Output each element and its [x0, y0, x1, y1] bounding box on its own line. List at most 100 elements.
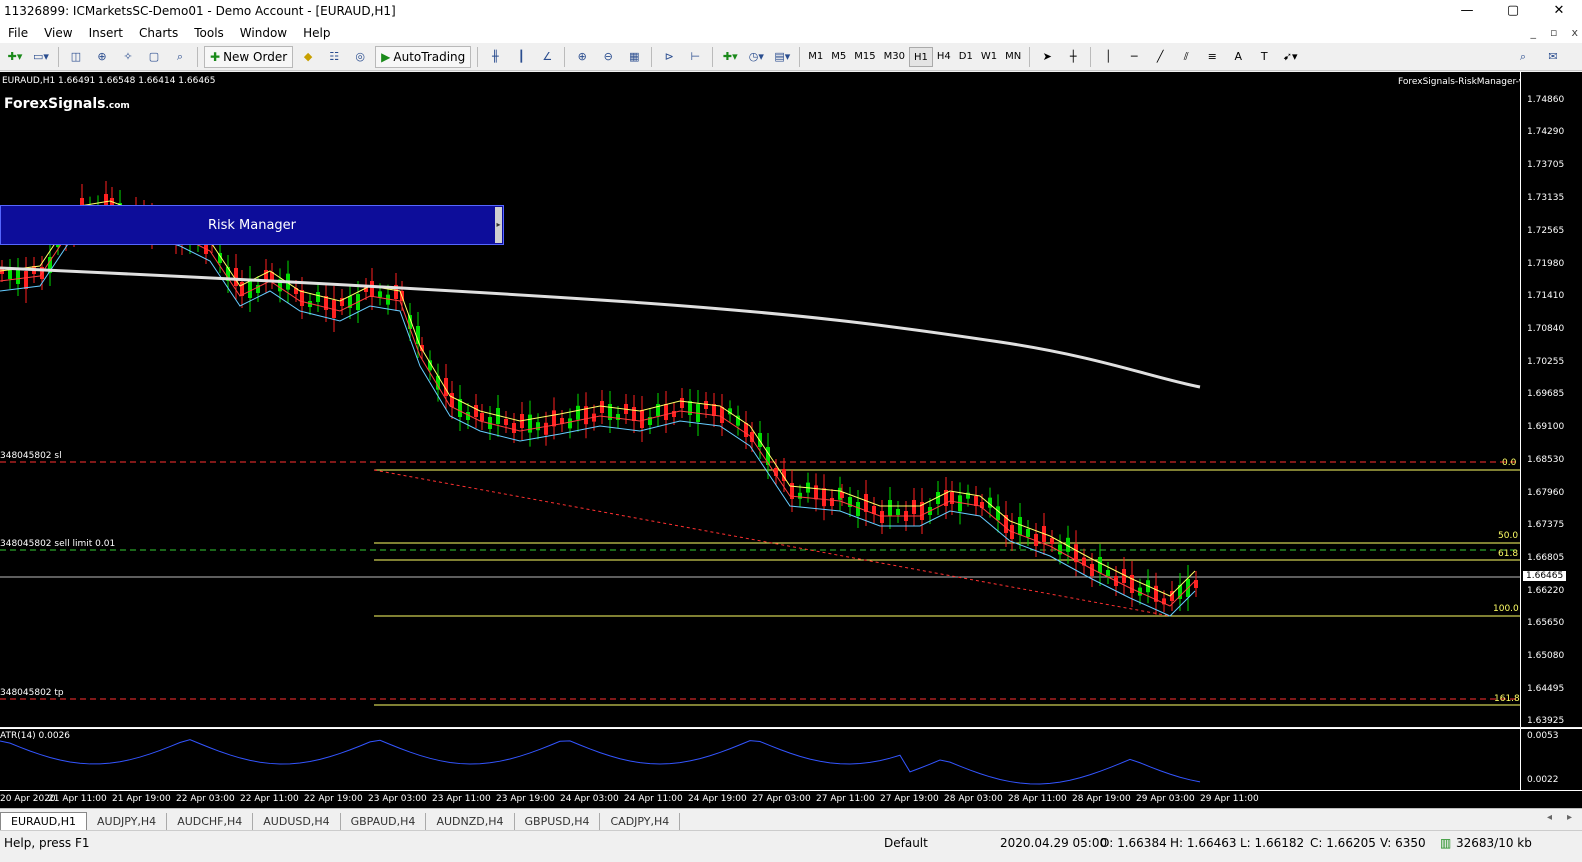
- fibonacci-icon[interactable]: ≡: [1201, 46, 1223, 68]
- time-label: 29 Apr 11:00: [1200, 794, 1259, 804]
- menu-charts[interactable]: Charts: [131, 26, 186, 40]
- candlestick-icon[interactable]: ┃: [510, 46, 532, 68]
- bar-chart-icon[interactable]: ╫: [484, 46, 506, 68]
- mdi-close-button[interactable]: x: [1571, 26, 1578, 39]
- chart-tab[interactable]: EURAUD,H1: [0, 812, 88, 830]
- time-label: 24 Apr 19:00: [688, 794, 747, 804]
- trendline-icon[interactable]: ╱: [1149, 46, 1171, 68]
- horizontal-line-icon[interactable]: ─: [1123, 46, 1145, 68]
- candle-body: [474, 405, 478, 417]
- strategy-tester-icon[interactable]: ⌕: [169, 46, 191, 68]
- text-label-icon[interactable]: T: [1253, 46, 1275, 68]
- panel-collapse-handle[interactable]: ▸: [495, 207, 502, 243]
- candle-body: [316, 292, 320, 302]
- candle-body: [640, 410, 644, 428]
- price-label: 1.73135: [1527, 193, 1565, 203]
- candle-body: [880, 511, 884, 523]
- timeframe-m1[interactable]: M1: [804, 47, 827, 67]
- channel-icon[interactable]: ⫽: [1175, 46, 1197, 68]
- market-icon[interactable]: ◎: [349, 46, 371, 68]
- crosshair-icon[interactable]: ┼: [1062, 46, 1084, 68]
- tab-scroll-left-icon[interactable]: ◂: [1547, 812, 1552, 823]
- autoscroll-icon[interactable]: ⊳: [658, 46, 680, 68]
- candle-body: [248, 280, 252, 298]
- new-chart-icon[interactable]: ✚▾: [4, 46, 26, 68]
- arrows-icon[interactable]: ➹▾: [1279, 46, 1301, 68]
- chart-shift-icon[interactable]: ⊢: [684, 46, 706, 68]
- price-axis[interactable]: 1.74860 1.74290 1.73705 1.73135 1.72565 …: [1520, 72, 1582, 727]
- timeframe-d1[interactable]: D1: [955, 47, 977, 67]
- menu-window[interactable]: Window: [232, 26, 295, 40]
- menu-file[interactable]: File: [0, 26, 36, 40]
- zoom-in-icon[interactable]: ⊕: [571, 46, 593, 68]
- terminal-icon[interactable]: ▢: [143, 46, 165, 68]
- time-label: 22 Apr 03:00: [176, 794, 235, 804]
- candle-body: [680, 398, 684, 408]
- timeframe-m15[interactable]: M15: [850, 47, 879, 67]
- minimize-button[interactable]: —: [1444, 0, 1490, 22]
- menu-help[interactable]: Help: [295, 26, 338, 40]
- time-axis[interactable]: 20 Apr 2020 21 Apr 11:00 21 Apr 19:00 22…: [0, 790, 1582, 808]
- risk-manager-panel[interactable]: Risk Manager ▸: [0, 205, 504, 245]
- chart-tab[interactable]: AUDJPY,H4: [87, 813, 168, 830]
- candle-body: [974, 496, 978, 506]
- menu-view[interactable]: View: [36, 26, 80, 40]
- chat-icon[interactable]: ✉: [1542, 46, 1564, 68]
- candle-body: [1106, 570, 1110, 576]
- line-chart-icon[interactable]: ∠: [536, 46, 558, 68]
- timeframe-mn[interactable]: MN: [1001, 47, 1025, 67]
- tile-windows-icon[interactable]: ▦: [623, 46, 645, 68]
- search-icon[interactable]: ⌕: [1512, 46, 1534, 68]
- tab-scroll-right-icon[interactable]: ▸: [1567, 812, 1572, 823]
- periods-icon[interactable]: ◷▾: [745, 46, 767, 68]
- close-button[interactable]: ✕: [1536, 0, 1582, 22]
- chart-tab[interactable]: AUDNZD,H4: [426, 813, 515, 830]
- chart-tab[interactable]: GBPUSD,H4: [515, 813, 601, 830]
- indicators-icon[interactable]: ✚▾: [719, 46, 741, 68]
- timeframe-m30[interactable]: M30: [880, 47, 909, 67]
- autotrading-label: AutoTrading: [393, 49, 466, 64]
- zoom-out-icon[interactable]: ⊖: [597, 46, 619, 68]
- profiles-icon[interactable]: ▭▾: [30, 46, 52, 68]
- connection-icon: ▥: [1440, 836, 1452, 850]
- market-watch-icon[interactable]: ◫: [65, 46, 87, 68]
- chart-area[interactable]: EURAUD,H1 1.66491 1.66548 1.66414 1.6646…: [0, 72, 1520, 727]
- chart-tab[interactable]: CADJPY,H4: [600, 813, 681, 830]
- navigator-icon[interactable]: ✧: [117, 46, 139, 68]
- time-label: 21 Apr 19:00: [112, 794, 171, 804]
- maximize-button[interactable]: ▢: [1490, 0, 1536, 22]
- text-icon[interactable]: A: [1227, 46, 1249, 68]
- mdi-minimize-button[interactable]: _: [1531, 26, 1537, 39]
- candle-body: [1130, 575, 1134, 593]
- new-order-button[interactable]: ✚ New Order: [204, 45, 294, 68]
- chart-tab[interactable]: GBPAUD,H4: [341, 813, 427, 830]
- chart-tab[interactable]: AUDUSD,H4: [253, 813, 341, 830]
- candle-body: [8, 269, 12, 279]
- status-low: L: 1.66182: [1240, 836, 1305, 850]
- candle-body: [840, 492, 844, 498]
- timeframe-w1[interactable]: W1: [977, 47, 1001, 67]
- candle-body: [888, 500, 892, 516]
- signals-icon[interactable]: ☷: [323, 46, 345, 68]
- price-label: 1.67375: [1527, 520, 1565, 530]
- autotrading-button[interactable]: ▶ AutoTrading: [375, 45, 472, 68]
- menu-tools[interactable]: Tools: [186, 26, 232, 40]
- timeframe-h4[interactable]: H4: [933, 47, 955, 67]
- data-window-icon[interactable]: ⊕: [91, 46, 113, 68]
- templates-icon[interactable]: ▤▾: [771, 46, 793, 68]
- candle-body: [480, 413, 484, 421]
- mdi-restore-button[interactable]: ▫: [1550, 26, 1557, 39]
- menu-insert[interactable]: Insert: [81, 26, 131, 40]
- cursor-icon[interactable]: ➤: [1036, 46, 1058, 68]
- timeframe-h1[interactable]: H1: [909, 46, 933, 67]
- status-close: C: 1.66205: [1310, 836, 1376, 850]
- vertical-line-icon[interactable]: │: [1097, 46, 1119, 68]
- timeframe-m5[interactable]: M5: [827, 47, 850, 67]
- atr-subwindow[interactable]: ATR(14) 0.0026: [0, 728, 1520, 790]
- candle-body: [616, 414, 620, 420]
- metaeditor-icon[interactable]: ◆: [297, 46, 319, 68]
- chart-tab[interactable]: AUDCHF,H4: [167, 813, 254, 830]
- time-label: 27 Apr 19:00: [880, 794, 939, 804]
- price-label: 1.72565: [1527, 226, 1565, 236]
- time-label: 23 Apr 03:00: [368, 794, 427, 804]
